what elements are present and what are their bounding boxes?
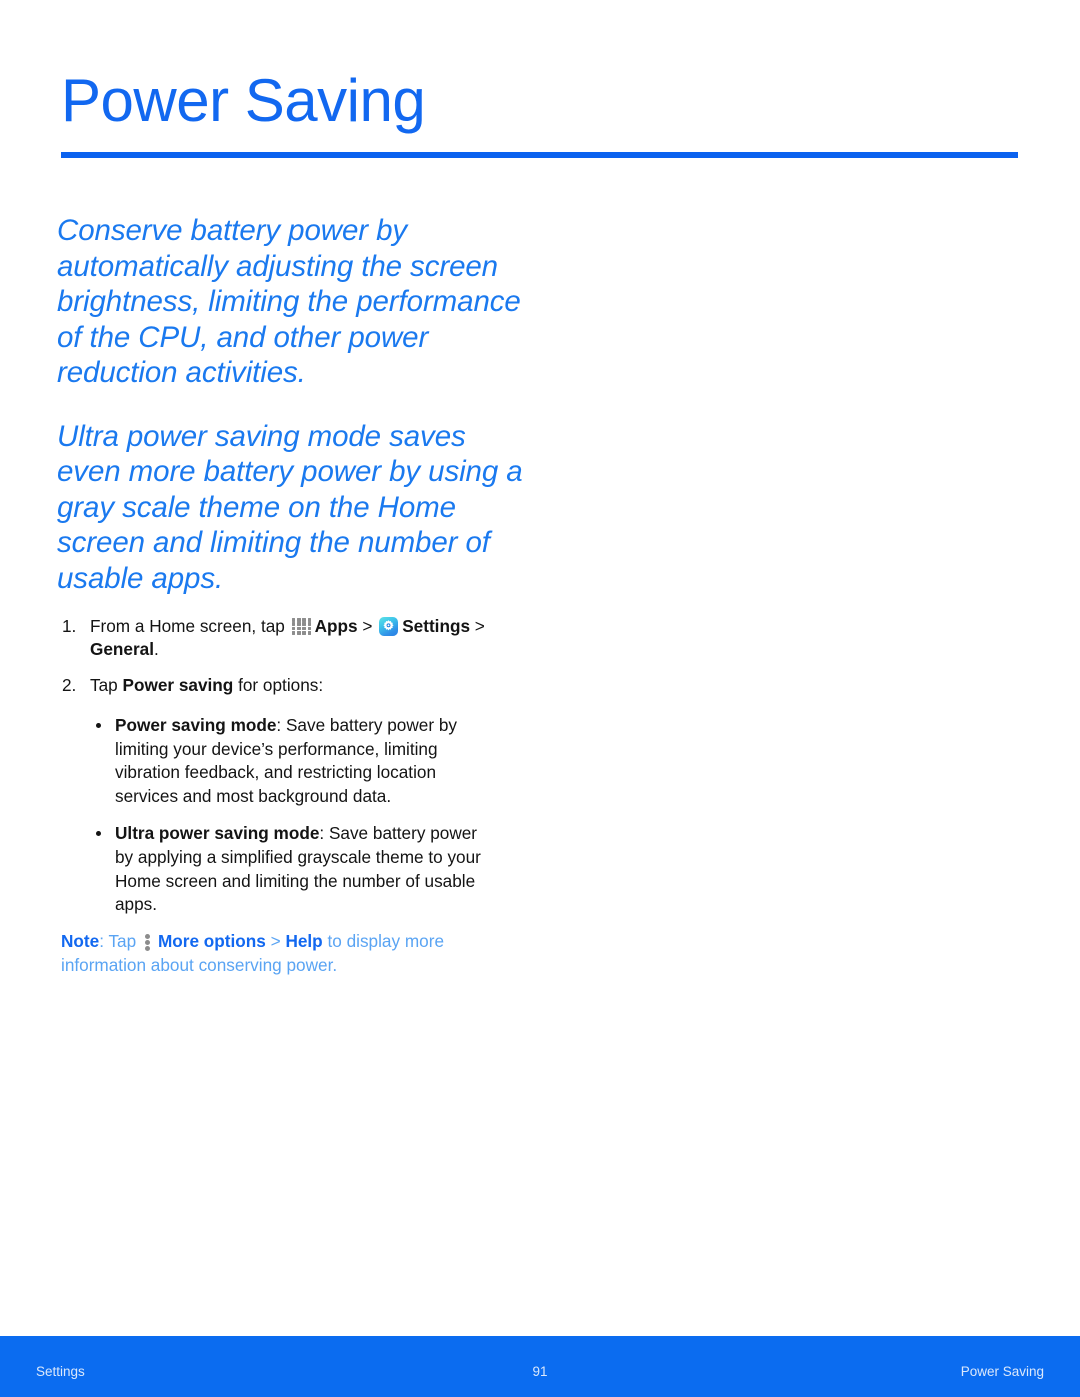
step-text-lead: From a Home screen, tap: [90, 616, 290, 636]
more-options-label[interactable]: More options: [158, 931, 266, 951]
help-label[interactable]: Help: [285, 931, 322, 951]
step-period: .: [154, 639, 159, 659]
more-options-kebab-icon: [144, 933, 152, 951]
note-label: Note: [61, 931, 100, 951]
step-text-tail: for options:: [233, 675, 324, 695]
power-saving-label[interactable]: Power saving: [123, 675, 234, 695]
step-text-lead: Tap: [90, 675, 123, 695]
note-lead: : Tap: [99, 931, 141, 951]
list-item: Ultra power saving mode: Save battery po…: [92, 822, 492, 916]
note-block: Note: Tap More options > Help to display…: [61, 929, 511, 977]
step-separator-2: >: [470, 616, 485, 636]
title-divider: [61, 152, 1018, 158]
general-label[interactable]: General: [90, 639, 154, 659]
step-text: Tap Power saving for options:: [90, 674, 522, 697]
settings-label[interactable]: Settings: [402, 616, 470, 636]
step-separator-1: >: [357, 616, 378, 636]
bullet-term: Power saving mode: [115, 715, 277, 735]
step-item-2: 2. Tap Power saving for options:: [62, 674, 522, 697]
apps-grid-icon: [291, 618, 312, 635]
manual-page: Power Saving Conserve battery power by a…: [0, 0, 1080, 1397]
intro-section: Conserve battery power by automatically …: [57, 213, 527, 596]
footer-page-number: 91: [532, 1364, 548, 1379]
step-item-1: 1. From a Home screen, tap Apps > Settin…: [62, 615, 522, 661]
bullet-dot-icon: [96, 831, 101, 837]
steps-list: 1. From a Home screen, tap Apps > Settin…: [62, 615, 522, 697]
step-number: 2.: [62, 675, 77, 695]
intro-paragraph-2: Ultra power saving mode saves even more …: [57, 419, 523, 595]
settings-gear-icon: [379, 617, 399, 636]
bullet-term: Ultra power saving mode: [115, 823, 320, 844]
intro-paragraph-1: Conserve battery power by automatically …: [57, 214, 521, 389]
note-separator: >: [265, 931, 286, 951]
step-text: From a Home screen, tap Apps > Settings …: [90, 615, 522, 661]
options-bullet-list: Power saving mode: Save battery power by…: [92, 714, 492, 917]
bullet-dot-icon: [96, 723, 101, 728]
list-item: Power saving mode: Save battery power by…: [92, 714, 492, 808]
page-footer: Settings 91 Power Saving: [0, 1336, 1080, 1397]
apps-label[interactable]: Apps: [315, 616, 358, 636]
page-title: Power Saving: [61, 67, 426, 134]
footer-topic-label: Power Saving: [960, 1364, 1044, 1379]
step-number: 1.: [62, 616, 77, 636]
